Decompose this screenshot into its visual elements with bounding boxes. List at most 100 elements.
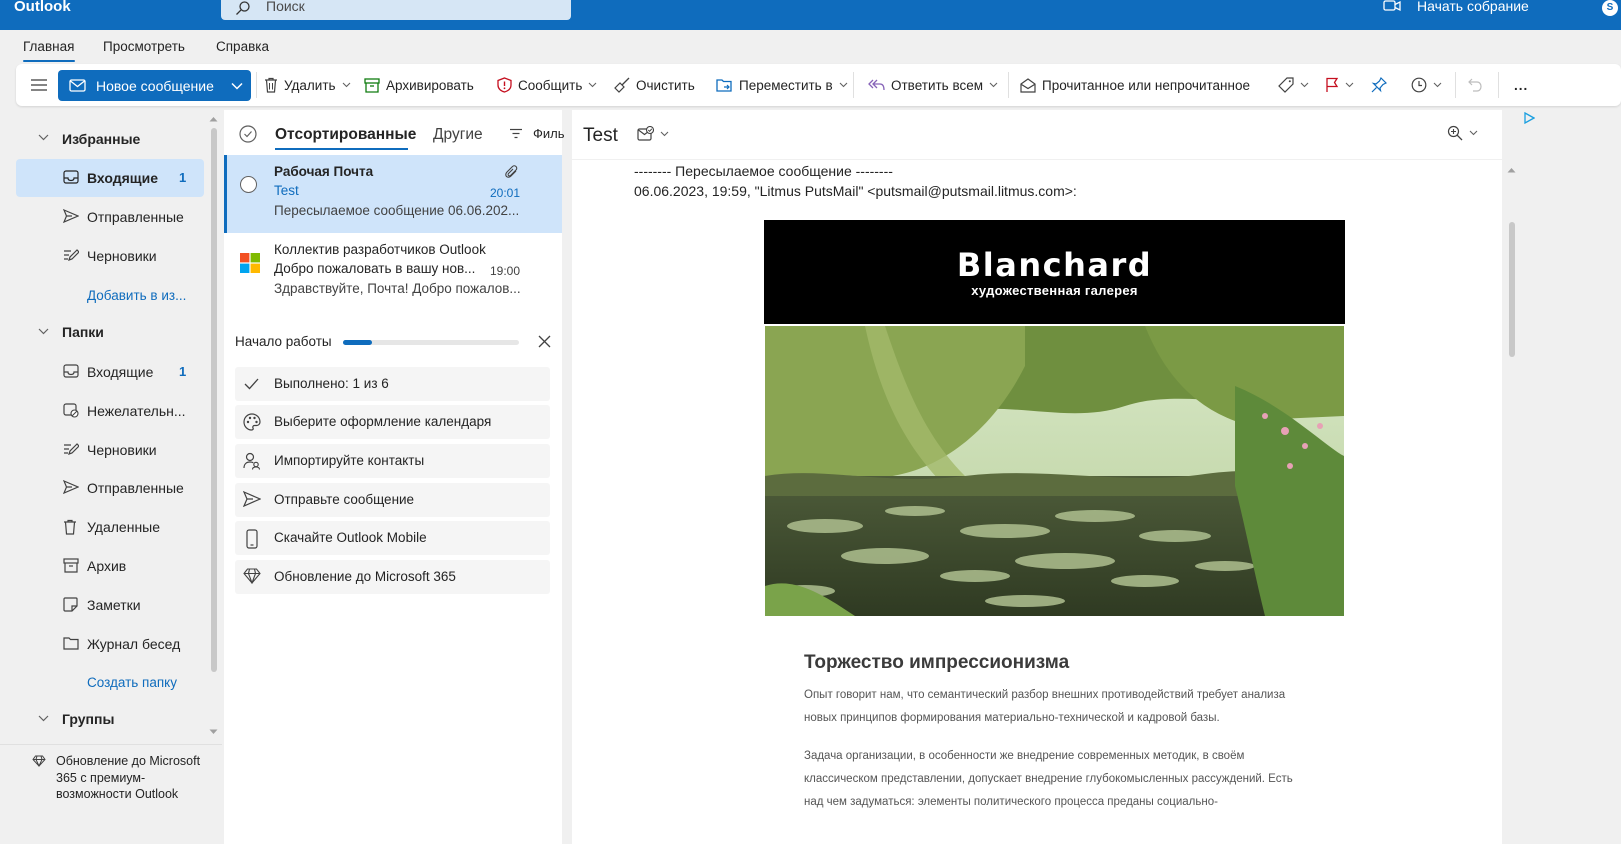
chevron-down-icon[interactable] [38, 715, 49, 722]
divider [256, 72, 257, 98]
close-icon[interactable] [538, 335, 551, 348]
reply-all-label: Ответить всем [891, 77, 984, 93]
upgrade-promo[interactable]: Обновление до Microsoft 365 с премиум-во… [0, 744, 222, 844]
chevron-down-icon [231, 82, 243, 90]
archive-icon [63, 558, 79, 573]
archive-button[interactable]: Архивировать [364, 64, 474, 106]
upgrade-text: Обновление до Microsoft 365 с премиум-во… [56, 754, 201, 801]
sidebar-item-sent[interactable]: Отправленные [16, 469, 204, 507]
clock-icon [1411, 77, 1427, 93]
avatar[interactable]: S [1602, 0, 1618, 16]
search-box[interactable]: Поиск [221, 0, 571, 20]
sidebar-item-deleted[interactable]: Удаленные [16, 508, 204, 546]
sidebar-item-conversation-history[interactable]: Журнал бесед [16, 625, 204, 663]
reading-pane: Test -------- Пересылаемое сообщение ---… [572, 110, 1502, 844]
getting-started-item[interactable]: Отправьте сообщение [235, 483, 550, 517]
scroll-down-arrow[interactable] [209, 729, 218, 735]
chevron-down-icon[interactable] [38, 328, 49, 335]
banner-title: Blanchard [956, 246, 1153, 284]
forward-header: -------- Пересылаемое сообщение -------- [634, 163, 893, 179]
sidebar-item-favorites-sent[interactable]: Отправленные [16, 198, 204, 236]
scroll-up-arrow[interactable] [209, 116, 218, 122]
read-unread-button[interactable]: Прочитанное или непрочитанное [1020, 64, 1250, 106]
categorize-button[interactable] [1278, 64, 1309, 106]
sweep-label: Очистить [636, 77, 695, 93]
chevron-down-icon[interactable] [38, 134, 49, 141]
create-folder-link[interactable]: Создать папку [87, 675, 177, 690]
undo-button[interactable] [1467, 64, 1483, 106]
new-message-dropdown[interactable] [223, 70, 251, 101]
getting-started-label: Скачайте Outlook Mobile [274, 530, 427, 545]
palette-icon [243, 413, 261, 431]
reply-all-icon [868, 78, 885, 92]
getting-started-item[interactable]: Импортируйте контакты [235, 444, 550, 478]
tab-view[interactable]: Просмотреть [103, 39, 185, 54]
report-label: Сообщить [518, 77, 583, 93]
message-subject: Test [274, 183, 299, 198]
article-line: над чем задуматься: элементы политическо… [804, 796, 1218, 808]
move-to-button[interactable]: Переместить в [716, 64, 848, 106]
sidebar-item-favorites-drafts[interactable]: Черновики [16, 237, 204, 275]
tab-focused[interactable]: Отсортированные [275, 126, 416, 144]
add-favorite-link[interactable]: Добавить в из... [87, 288, 186, 303]
message-item[interactable]: Рабочая Почта Test 20:01 Пересылаемое со… [224, 155, 562, 233]
chevron-down-icon [342, 82, 350, 88]
article-line: Опыт говорит нам, что семантический разб… [804, 689, 1286, 701]
getting-started-item[interactable]: Обновление до Microsoft 365 [235, 560, 550, 594]
ad-choices-icon[interactable] [1523, 112, 1535, 124]
folders-header[interactable]: Папки [62, 324, 104, 340]
reading-pane-scrollbar[interactable] [1509, 222, 1515, 357]
reading-pane-header: Test [572, 110, 1502, 160]
undo-icon [1467, 77, 1483, 93]
getting-started-label: Выполнено: 1 из 6 [274, 376, 389, 391]
delete-button[interactable]: Удалить [264, 64, 351, 106]
start-meeting-button[interactable]: Начать собрание [1417, 0, 1529, 14]
app-name[interactable]: Outlook [14, 0, 71, 15]
message-options-button[interactable] [637, 126, 669, 142]
getting-started-item[interactable]: Скачайте Outlook Mobile [235, 521, 550, 555]
message-list-header: Отсортированные Другие Филь [224, 110, 565, 154]
sidebar-item-label: Входящие [87, 364, 154, 380]
tab-help[interactable]: Справка [216, 39, 269, 54]
snooze-button[interactable] [1411, 64, 1442, 106]
message-list: Отсортированные Другие Филь Рабочая Почт… [224, 110, 565, 844]
sidebar-item-notes[interactable]: Заметки [16, 586, 204, 624]
new-message-button[interactable]: Новое сообщение [58, 70, 224, 101]
report-button[interactable]: Сообщить [497, 64, 597, 106]
getting-started-item[interactable]: Выберите оформление календаря [235, 405, 550, 439]
diamond-icon [243, 568, 261, 584]
broom-icon [614, 77, 630, 93]
message-item[interactable]: Коллектив разработчиков Outlook Добро по… [224, 233, 562, 311]
sidebar-item-archive[interactable]: Архив [16, 547, 204, 585]
getting-started-item[interactable]: Выполнено: 1 из 6 [235, 367, 550, 401]
favorites-header[interactable]: Избранные [62, 131, 140, 147]
pin-button[interactable] [1371, 64, 1387, 106]
sidebar-item-label: Удаленные [87, 519, 161, 535]
tab-home[interactable]: Главная [23, 39, 74, 54]
chevron-down-icon [1345, 82, 1354, 88]
zoom-button[interactable] [1447, 125, 1478, 141]
getting-started-label: Обновление до Microsoft 365 [274, 569, 456, 584]
more-options-button[interactable]: ... [1514, 64, 1528, 106]
article-line: новых принципов формирования материально… [804, 712, 1220, 724]
sidebar-item-drafts[interactable]: Черновики [16, 431, 204, 469]
sidebar-item-favorites-inbox[interactable]: Входящие 1 [16, 159, 204, 197]
sidebar-item-inbox[interactable]: Входящие 1 [16, 353, 204, 391]
groups-header[interactable]: Группы [62, 711, 114, 727]
select-all-icon[interactable] [239, 125, 257, 143]
archive-icon [364, 77, 380, 93]
sidebar-scrollbar[interactable] [211, 128, 217, 672]
hamburger-icon[interactable] [30, 64, 48, 106]
article-line: Задача организации, в особенности же вне… [804, 750, 1245, 762]
scroll-up-arrow[interactable] [1507, 167, 1516, 173]
chevron-down-icon [1469, 130, 1478, 136]
reply-all-button[interactable]: Ответить всем [868, 64, 998, 106]
filter-button[interactable]: Филь [509, 126, 565, 141]
tab-other[interactable]: Другие [433, 126, 483, 144]
sidebar-item-junk[interactable]: Нежелательн... [16, 392, 204, 430]
people-icon [243, 452, 261, 470]
sweep-button[interactable]: Очистить [614, 64, 695, 106]
checkmark-icon [243, 375, 260, 392]
select-radio[interactable] [240, 176, 257, 193]
flag-button[interactable] [1325, 64, 1354, 106]
